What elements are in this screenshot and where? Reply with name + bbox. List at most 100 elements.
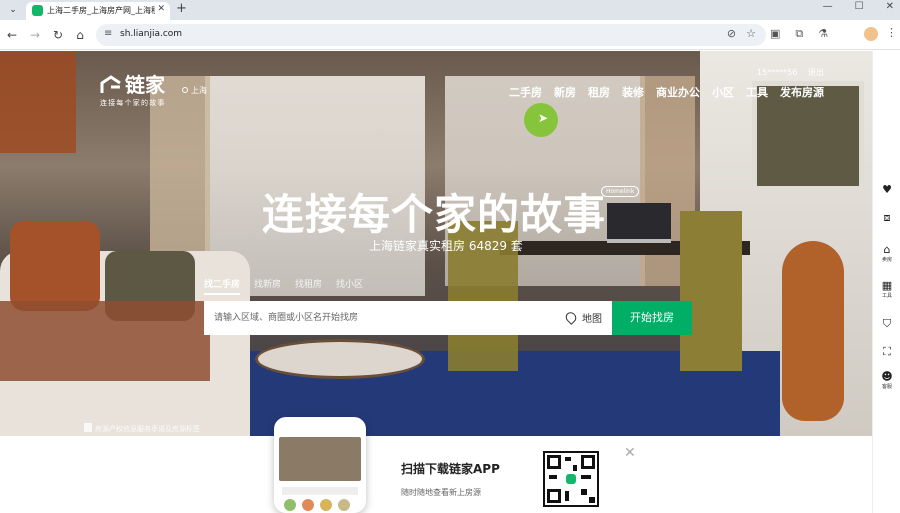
new-tab-icon[interactable]: + [176,1,187,16]
back-icon[interactable]: ← [4,27,20,43]
nav-xinfang[interactable]: 新房 [554,84,576,100]
favorites-button[interactable]: ♥ [873,183,900,196]
tools-button[interactable]: ▦ 工具 [873,279,900,299]
url-text[interactable]: sh.lianjia.com [120,29,182,39]
shield-icon: ⛉ [882,317,892,330]
qr-finder [547,455,561,469]
license-notice[interactable]: 房源产权信息服务承诺及房源标签 [84,423,200,434]
qr-module [549,475,557,479]
qr-module [565,491,569,501]
more-menu-icon[interactable]: ⋮ [886,26,897,39]
search-input[interactable] [214,310,534,326]
document-icon [84,423,92,432]
home-icon[interactable]: ⌂ [72,27,88,43]
hero-bg-laptop [607,203,671,243]
sell-home-label: 卖房 [881,257,892,263]
extensions-icon[interactable]: ⧉ [795,27,803,41]
reload-icon[interactable]: ↻ [50,27,66,43]
map-search-link[interactable]: 地图 [563,310,602,325]
qr-finder [581,455,595,469]
lianjia-favicon-icon [32,5,43,16]
compare-button[interactable]: ⧈ [873,211,900,225]
phone-feature-icons [284,499,350,511]
window-controls: — ☐ ✕ [823,1,894,12]
site-info-icon[interactable]: ≡ [104,28,112,39]
hero-banner: 链家 连接每个家的故事 上海 15*****56 退出 二手房 新房 租房 装修… [0,51,872,436]
customer-service-button[interactable]: ☻ 客服 [873,370,900,390]
search-tab-zufang[interactable]: 找租房 [295,277,322,295]
lianjia-logo-icon[interactable] [100,75,122,95]
bookmark-star-icon[interactable]: ☆ [746,27,756,40]
hero-subline: 上海链家真实租房 64829 套 [369,239,523,253]
hero-headline: 连接每个家的故事 [262,190,607,239]
search-tab-xinfang[interactable]: 找新房 [254,277,281,295]
translate-icon[interactable]: ▣ [770,27,780,41]
nav-fabu[interactable]: 发布房源 [780,84,824,100]
qr-logo-icon [566,474,576,484]
close-window-icon[interactable]: ✕ [886,1,894,12]
close-promo-icon[interactable]: ✕ [624,445,636,461]
tab-search-icon[interactable]: ⌄ [6,3,20,17]
city-switcher[interactable]: 上海 [182,85,207,96]
qr-finder [547,489,561,503]
nav-zufang[interactable]: 租房 [588,84,610,100]
qr-module [565,457,571,461]
eye-off-icon[interactable]: ⊘ [727,27,736,40]
qr-module [573,465,577,471]
feature-dot-icon [284,499,296,511]
minimize-icon[interactable]: — [823,1,833,12]
address-bar[interactable]: ≡ sh.lianjia.com ⊘ ☆ [96,24,766,46]
city-name[interactable]: 上海 [191,86,207,95]
forward-icon[interactable]: → [27,27,43,43]
map-pin-icon [563,310,579,325]
mouse-cursor-icon: ➤ [538,111,549,125]
feature-dot-icon [320,499,332,511]
labs-icon[interactable]: ⚗ [818,27,828,41]
house-icon: ⌂ [883,243,891,256]
qr-module [589,497,595,503]
right-sidebar: ♥ ⧈ ⌂ 卖房 ▦ 工具 ⛉ ⛶ ☻ 客服 [872,51,900,513]
qr-module [581,489,587,495]
hero-bg-guitar [782,241,844,421]
feature-dot-icon [338,499,350,511]
location-pin-icon [182,87,188,93]
hero-bg-coffee-table [255,339,425,379]
search-tab-xiaoqu[interactable]: 找小区 [336,277,363,295]
search-box: 地图 [204,301,612,335]
logo-text[interactable]: 链家 [125,74,165,96]
profile-avatar[interactable] [864,27,878,41]
close-tab-icon[interactable]: ✕ [157,4,165,14]
phone-tab-row [282,487,358,495]
omnibox-actions: ⊘ ☆ [727,27,756,40]
browser-tab[interactable]: 上海二手房_上海房产网_上海租 ✕ [26,2,170,20]
sell-home-button[interactable]: ⌂ 卖房 [873,243,900,263]
customer-service-label: 客服 [881,384,892,390]
nav-shangye[interactable]: 商业办公 [656,84,700,100]
scan-button[interactable]: ⛶ [873,345,900,359]
heart-icon: ♥ [882,183,892,196]
homelink-badge: Homelink [601,186,640,197]
logout-link[interactable]: 退出 [808,68,824,77]
license-text[interactable]: 房源产权信息服务承诺及房源标签 [95,425,200,433]
compare-icon: ⧈ [883,211,891,224]
search-tabs: 找二手房 找新房 找租房 找小区 [204,277,363,295]
shield-button[interactable]: ⛉ [873,317,900,331]
chat-icon: ☻ [881,370,893,383]
nav-zhuangxiu[interactable]: 装修 [622,84,644,100]
user-links: 15*****56 退出 [757,67,832,78]
hero-bg-chair-2 [680,211,742,371]
extension-icons: ▣ ⧉ ⚗ [770,27,828,41]
map-label[interactable]: 地图 [582,314,602,325]
nav-ershoufang[interactable]: 二手房 [509,84,542,100]
grid-icon: ▦ [881,279,893,292]
promo-subtitle: 随时随地查看新上房源 [401,488,481,497]
start-search-button[interactable]: 开始找房 [612,301,692,335]
maximize-icon[interactable]: ☐ [855,1,864,12]
phone-screen-image [279,437,361,481]
hero-bg-cushion [10,221,100,311]
nav-xiaoqu[interactable]: 小区 [712,84,734,100]
search-tab-ershoufang[interactable]: 找二手房 [204,277,241,295]
nav-gongju[interactable]: 工具 [746,84,768,100]
app-phone-preview [274,417,366,513]
user-phone[interactable]: 15*****56 [757,68,797,77]
